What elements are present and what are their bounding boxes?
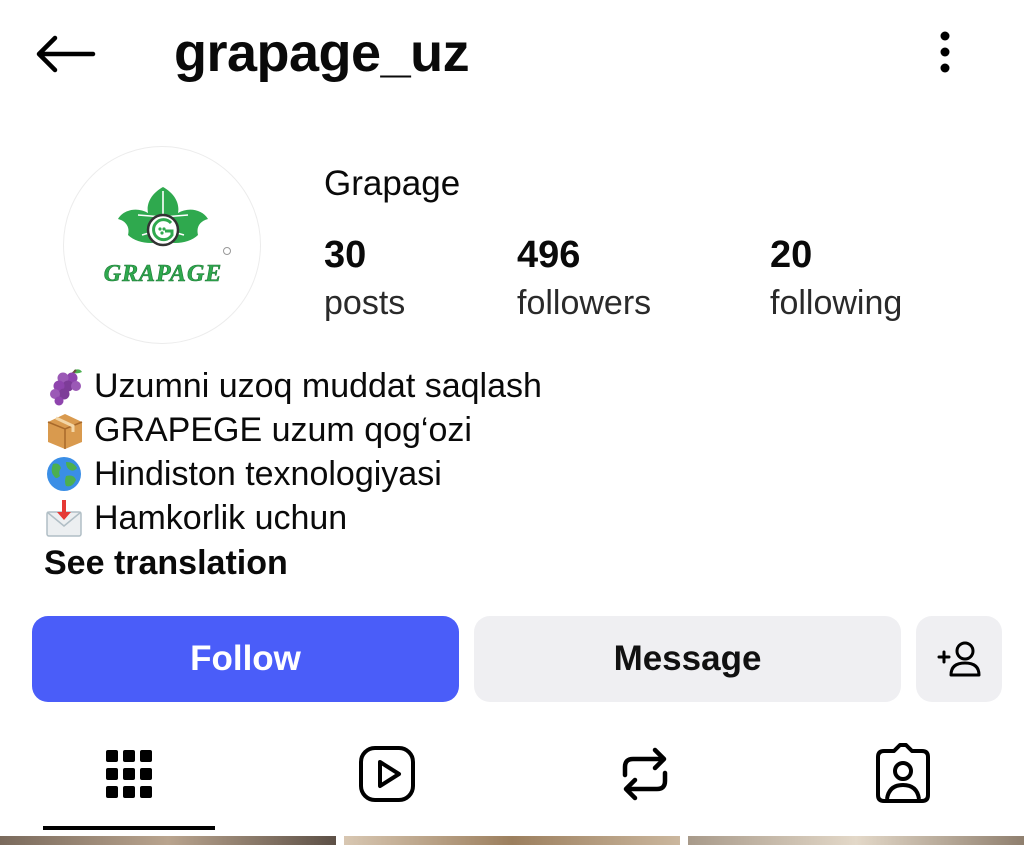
reels-icon — [359, 746, 415, 802]
more-vertical-icon — [940, 31, 950, 73]
back-button[interactable] — [30, 24, 100, 84]
followers-count-value: 496 — [517, 234, 581, 276]
follow-button[interactable]: Follow — [32, 616, 459, 702]
profile-display-name: Grapage — [324, 164, 461, 203]
followers-count-label: followers — [517, 284, 652, 322]
post-thumbnail[interactable] — [0, 836, 336, 845]
bio-text: Hamkorlik uchun — [94, 499, 348, 537]
bio-line: GRAPEGE uzum qog‘ozi — [44, 408, 944, 452]
grapage-logo: GRAPAGE — [103, 187, 231, 287]
posts-count-label: posts — [324, 284, 406, 322]
repost-icon — [622, 747, 668, 801]
bio-line: Hindiston texnologiyasi — [44, 452, 944, 496]
following-count[interactable]: 20 following — [770, 232, 902, 328]
profile-avatar[interactable]: GRAPAGE — [63, 146, 261, 344]
tab-reels[interactable] — [302, 722, 472, 826]
following-count-value: 20 — [770, 234, 813, 276]
add-user-icon — [937, 641, 981, 677]
grapes-emoji — [44, 364, 94, 408]
profile-bio: Uzumni uzoq muddat saqlash GRAPEGE uzum … — [44, 364, 944, 540]
bio-line: Hamkorlik uchun — [44, 496, 944, 540]
posts-count[interactable]: 30 posts — [324, 232, 405, 328]
suggested-users-button[interactable] — [916, 616, 1002, 702]
profile-tabs — [0, 722, 1024, 830]
bio-text: Uzumni uzoq muddat saqlash — [94, 367, 542, 405]
package-emoji — [44, 408, 94, 452]
top-bar: grapage_uz — [0, 0, 1024, 110]
tab-tagged[interactable] — [818, 722, 988, 826]
following-count-label: following — [770, 284, 903, 322]
message-button[interactable]: Message — [474, 616, 901, 702]
bio-text: GRAPEGE uzum qog‘ozi — [94, 411, 472, 449]
post-thumbnail[interactable] — [688, 836, 1024, 845]
posts-grid — [0, 836, 1024, 845]
bio-line: Uzumni uzoq muddat saqlash — [44, 364, 944, 408]
bio-text: Hindiston texnologiyasi — [94, 455, 442, 493]
see-translation-link[interactable]: See translation — [44, 540, 288, 586]
envelope-arrow-emoji — [44, 496, 94, 540]
arrow-left-icon — [36, 35, 96, 73]
grid-icon — [106, 750, 152, 798]
more-options-button[interactable] — [920, 22, 970, 82]
posts-count-value: 30 — [324, 234, 367, 276]
tab-posts-grid[interactable] — [44, 722, 214, 826]
tagged-icon — [876, 743, 930, 803]
globe-emoji — [44, 452, 94, 496]
tab-reposts[interactable] — [560, 722, 730, 826]
active-tab-indicator — [43, 826, 215, 830]
profile-username: grapage_uz — [174, 23, 470, 83]
followers-count[interactable]: 496 followers — [517, 232, 651, 328]
post-thumbnail[interactable] — [344, 836, 680, 845]
svg-text:GRAPAGE: GRAPAGE — [104, 261, 223, 287]
